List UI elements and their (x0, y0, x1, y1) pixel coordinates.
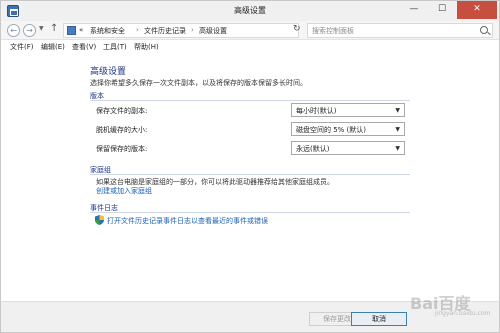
menu-view[interactable]: 查看(V) (72, 42, 96, 52)
chevron-down-icon: ▼ (395, 107, 400, 114)
main-content: 高级设置 选择你希望多久保存一次文件副本，以及将保存的版本保留多长时间。 版本 … (1, 53, 499, 301)
shield-icon (95, 215, 104, 225)
search-input[interactable]: 搜索控制面板 (307, 23, 493, 38)
menu-help[interactable]: 帮助(H) (134, 42, 159, 52)
back-button[interactable]: ← (7, 24, 20, 37)
event-log-link[interactable]: 打开文件历史记录事件日志以查看最近的事件或错误 (107, 216, 268, 226)
keep-versions-value: 永远(默认) (296, 145, 330, 153)
up-button[interactable]: ↑ (50, 23, 58, 34)
chevron-down-icon: ▼ (395, 126, 400, 133)
search-icon[interactable] (480, 26, 488, 34)
keep-versions-label: 保留保存的版本: (96, 145, 148, 153)
menu-tools[interactable]: 工具(T) (103, 42, 127, 52)
recent-locations-chevron-icon[interactable]: ▼ (39, 25, 44, 32)
breadcrumb-item-system-security[interactable]: 系统和安全 (90, 26, 125, 36)
minimize-button[interactable]: — (401, 1, 427, 19)
baidu-watermark-url: jingyan.baidu.com (435, 310, 491, 317)
breadcrumb-item-file-history[interactable]: 文件历史记录 (144, 26, 186, 36)
event-log-divider (90, 212, 410, 213)
page-title: 高级设置 (90, 67, 127, 77)
address-bar: ← → ▼ ↑ « 系统和安全 › 文件历史记录 › 高级设置 ▼ ↻ 搜索控制… (1, 21, 499, 40)
menu-bar: 文件(F) 编辑(E) 查看(V) 工具(T) 帮助(H) (1, 40, 499, 53)
breadcrumb-item-advanced-settings[interactable]: 高级设置 (199, 26, 227, 36)
search-placeholder: 搜索控制面板 (312, 27, 354, 35)
breadcrumb-separator[interactable]: › (136, 26, 139, 34)
offline-cache-label: 脱机缓存的大小: (96, 126, 148, 134)
save-copies-label: 保存文件的副本: (96, 107, 148, 115)
save-copies-select[interactable]: 每小时(默认) ▼ (291, 103, 405, 117)
menu-edit[interactable]: 编辑(E) (41, 42, 65, 52)
chevron-down-icon: ▼ (395, 145, 400, 152)
versions-divider (90, 100, 410, 101)
maximize-button[interactable]: ☐ (429, 1, 455, 19)
offline-cache-select[interactable]: 磁盘空间的 5% (默认) ▼ (291, 122, 405, 136)
page-description: 选择你希望多久保存一次文件副本，以及将保存的版本保留多长时间。 (90, 79, 307, 87)
title-bar[interactable]: 高级设置 — ☐ ✕ (1, 1, 499, 21)
forward-button[interactable]: → (23, 24, 36, 37)
keep-versions-select[interactable]: 永远(默认) ▼ (291, 141, 405, 155)
homegroup-divider (90, 174, 410, 175)
settings-window: 高级设置 — ☐ ✕ ← → ▼ ↑ « 系统和安全 › 文件历史记录 › 高级… (0, 0, 500, 333)
offline-cache-value: 磁盘空间的 5% (默认) (296, 126, 367, 134)
refresh-button[interactable]: ↻ (293, 24, 301, 34)
homegroup-link[interactable]: 创建或加入家庭组 (96, 186, 152, 196)
control-panel-small-icon (67, 26, 76, 35)
breadcrumb-separator[interactable]: › (191, 26, 194, 34)
breadcrumb-overflow[interactable]: « (79, 26, 83, 34)
close-button[interactable]: ✕ (457, 1, 497, 19)
save-copies-value: 每小时(默认) (296, 107, 337, 115)
breadcrumb[interactable]: « 系统和安全 › 文件历史记录 › 高级设置 ▼ (63, 23, 349, 38)
cancel-button[interactable]: 取消 (351, 312, 407, 326)
menu-file[interactable]: 文件(F) (10, 42, 34, 52)
